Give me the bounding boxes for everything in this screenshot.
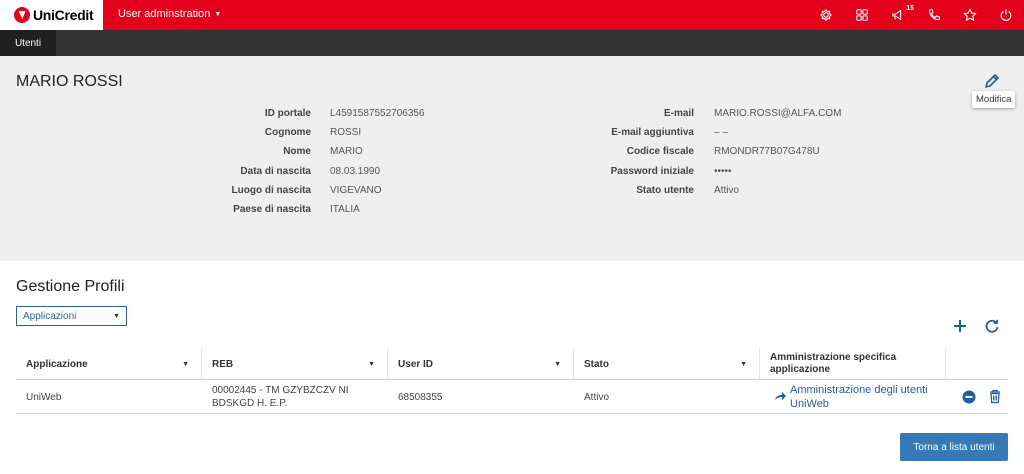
logout-button[interactable]	[988, 0, 1024, 30]
column-header-applicazione[interactable]: Applicazione ▼	[16, 348, 202, 380]
plus-icon[interactable]	[952, 318, 968, 334]
chevron-down-icon: ▼	[214, 10, 222, 18]
cell-reb: 00002445 - TM GZYBZCZV NI BDSKGD H. E.P.	[212, 385, 349, 409]
unicredit-logo[interactable]: UniCredit	[0, 0, 103, 30]
label-id-portale: ID portale	[264, 108, 311, 119]
label-cognome: Cognome	[264, 127, 311, 138]
edit-tooltip: Modifica	[972, 91, 1016, 108]
top-icons: 15	[808, 0, 1024, 30]
refresh-icon[interactable]	[984, 318, 1000, 334]
label-luogo-nascita: Luogo di nascita	[231, 185, 311, 196]
column-header-user-id[interactable]: User ID ▼	[388, 348, 574, 380]
gear-icon	[820, 9, 832, 21]
admin-app-link[interactable]: Amministrazione degli utenti UniWeb	[790, 383, 946, 412]
trash-icon[interactable]	[988, 389, 1002, 404]
favorites-button[interactable]	[952, 0, 988, 30]
profiles-table: Applicazione ▼ REB ▼ User ID ▼ Stato ▼ A…	[16, 348, 1008, 414]
value-id-portale: L4591587552706356	[330, 108, 425, 119]
settings-button[interactable]	[808, 0, 844, 30]
brand-name: UniCredit	[33, 7, 94, 23]
value-stato-utente: Attivo	[714, 185, 740, 196]
value-password-iniziale: •••••	[714, 166, 732, 177]
apps-grid-icon	[856, 9, 868, 21]
value-luogo-nascita: VIGEVANO	[330, 185, 382, 196]
tab-bar: Utenti	[0, 30, 1024, 56]
top-bar: UniCredit User adminstration ▼ 15	[0, 0, 1024, 30]
label-paese-nascita: Paese di nascita	[233, 204, 311, 215]
label-nome: Nome	[283, 146, 311, 157]
column-label: User ID	[398, 358, 434, 370]
column-label: Amministrazione specifica applicazione	[770, 352, 897, 375]
value-data-nascita: 08.03.1990	[330, 166, 381, 177]
label-codice-fiscale: Codice fiscale	[626, 146, 694, 157]
label-email: E-mail	[663, 108, 694, 119]
value-codice-fiscale: RMONDR77B07G478U	[714, 146, 820, 157]
chevron-down-icon: ▼	[554, 360, 561, 368]
select-value: Applicazioni	[23, 310, 77, 322]
contact-button[interactable]	[916, 0, 952, 30]
phone-icon	[929, 9, 940, 20]
table-header: Applicazione ▼ REB ▼ User ID ▼ Stato ▼ A…	[16, 348, 1008, 380]
value-nome: MARIO	[330, 146, 363, 157]
page-title: MARIO ROSSI	[16, 73, 123, 90]
column-label: Applicazione	[26, 358, 88, 370]
megaphone-icon	[892, 9, 902, 21]
table-row: UniWeb 00002445 - TM GZYBZCZV NI BDSKGD …	[16, 380, 1008, 414]
notification-count: 15	[906, 5, 914, 12]
section-title: Gestione Profili	[16, 278, 125, 295]
chevron-down-icon: ▼	[182, 360, 189, 368]
value-paese-nascita: ITALIA	[330, 204, 360, 215]
profile-type-select[interactable]: Applicazioni ▼	[16, 306, 127, 326]
tab-label: Utenti	[14, 37, 42, 49]
tab-utenti[interactable]: Utenti	[0, 30, 56, 56]
remove-icon[interactable]	[962, 390, 976, 404]
cell-stato: Attivo	[584, 391, 610, 403]
power-icon	[1000, 9, 1012, 21]
app-menu-dropdown[interactable]: User adminstration ▼	[118, 8, 221, 20]
value-email-aggiuntiva: – –	[714, 127, 728, 138]
notifications-button[interactable]: 15	[880, 0, 916, 30]
column-header-reb[interactable]: REB ▼	[202, 348, 388, 380]
cell-user-id: 68508355	[398, 391, 443, 403]
back-to-list-button[interactable]: Torna a lista utenti	[900, 433, 1008, 461]
apps-button[interactable]	[844, 0, 880, 30]
chevron-down-icon: ▼	[740, 360, 747, 368]
label-data-nascita: Data di nascita	[240, 166, 311, 177]
value-email: MARIO.ROSSI@ALFA.COM	[714, 108, 842, 119]
app-menu-label: User adminstration	[118, 8, 211, 20]
chevron-down-icon: ▼	[113, 313, 120, 320]
cell-applicazione: UniWeb	[26, 391, 62, 403]
column-label: Stato	[584, 358, 609, 370]
chevron-down-icon: ▼	[368, 360, 375, 368]
value-cognome: ROSSI	[330, 127, 362, 138]
column-header-stato[interactable]: Stato ▼	[574, 348, 760, 380]
column-label: REB	[212, 358, 234, 370]
label-stato-utente: Stato utente	[636, 185, 694, 196]
label-email-aggiuntiva: E-mail aggiuntiva	[611, 127, 694, 138]
user-detail-panel: MARIO ROSSI Modifica ID portale L4591587…	[0, 56, 1024, 261]
column-header-amministrazione: Amministrazione specifica applicazione	[760, 348, 946, 380]
pencil-icon[interactable]	[983, 72, 1001, 90]
label-password-iniziale: Password iniziale	[610, 166, 694, 177]
unicredit-logo-icon	[14, 7, 30, 23]
share-arrow-icon	[775, 392, 786, 400]
cell-amministrazione: Amministrazione degli utenti UniWeb	[760, 380, 946, 414]
star-icon	[963, 8, 977, 21]
